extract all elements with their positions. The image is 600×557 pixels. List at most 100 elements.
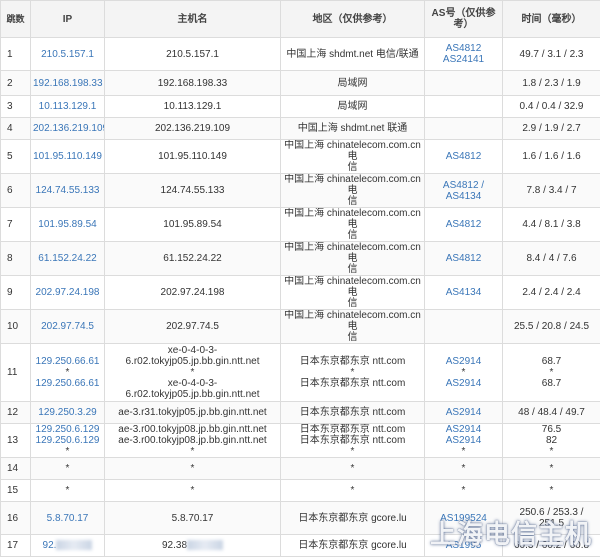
table-row: 4202.136.219.109202.136.219.109中国上海 shdm… [1,118,600,140]
time-text: 2.9 / 1.9 / 2.7 [505,123,598,134]
as-cell: AS4812 [425,242,503,276]
as-text: * [427,485,500,496]
as-cell: AS4812 / AS4134 [425,174,503,208]
as-link[interactable]: AS24141 [427,54,500,65]
region-text: 日本东京都东京 ntt.com [283,378,422,389]
hostname-text: 124.74.55.133 [107,185,278,196]
table-header-row: 跳数 IP 主机名 地区（仅供参考） AS号（仅供参考） 时间（毫秒） [1,1,600,38]
ip-link[interactable]: 129.250.66.61 [33,356,102,367]
ip-cell: 10.113.129.1 [31,96,105,118]
ip-link[interactable]: 202.97.24.198 [33,287,102,298]
hop-cell: 11 [1,344,31,402]
as-link[interactable]: AS2914 [427,424,500,435]
hostname-cell: ae-3.r31.tokyjp05.jp.bb.gin.ntt.net [105,402,281,424]
ip-cell: 124.74.55.133 [31,174,105,208]
region-cell: 局域网 [281,71,425,96]
time-text: 7.8 / 3.4 / 7 [505,185,598,196]
ip-link[interactable]: 10.113.129.1 [33,101,102,112]
region-text: 中国上海 shdmt.net 电信/联通 [283,49,422,60]
time-cell: 76.582* [503,424,600,458]
table-row: 165.8.70.175.8.70.17日本东京都东京 gcore.luAS19… [1,502,600,535]
as-text: * [427,367,500,378]
time-cell: 8.4 / 4 / 7.6 [503,242,600,276]
ip-link[interactable]: 92. [43,540,57,551]
table-row: 13129.250.6.129129.250.6.129*ae-3.r00.to… [1,424,600,458]
as-link[interactable]: AS4812 [427,151,500,162]
ip-link[interactable]: 192.168.198.33 [33,78,102,89]
region-text: 中国上海 chinatelecom.com.cn 电 [283,276,422,298]
as-link[interactable]: AS4812 / AS4134 [427,180,500,202]
ip-link[interactable]: 124.74.55.133 [33,185,102,196]
region-text: * [283,446,422,457]
region-text: 日本东京都东京 ntt.com [283,356,422,367]
time-text: 250.6 / 253.3 / [505,507,598,518]
ip-cell: 61.152.24.22 [31,242,105,276]
hostname-text: ae-3.r31.tokyjp05.jp.bb.gin.ntt.net [107,407,278,418]
as-link[interactable]: AS2914 [427,435,500,446]
region-text: 中国上海 chinatelecom.com.cn 电 [283,242,422,264]
ip-text: * [33,485,102,496]
time-cell: 1.8 / 2.3 / 1.9 [503,71,600,96]
hostname-cell: 92.38 [105,535,281,557]
as-link[interactable]: AS4812 [427,253,500,264]
region-text: 中国上海 chinatelecom.com.cn 电 [283,208,422,230]
region-cell: 日本东京都东京 ntt.com*日本东京都东京 ntt.com [281,344,425,402]
time-cell: 25.5 / 20.8 / 24.5 [503,310,600,344]
as-link[interactable]: AS4134 [427,287,500,298]
as-link[interactable]: AS1995 [427,540,500,551]
region-text: 日本东京都东京 ntt.com [283,407,422,418]
hostname-cell: 202.136.219.109 [105,118,281,140]
hostname-cell: 61.152.24.22 [105,242,281,276]
hop-cell: 8 [1,242,31,276]
hostname-cell: * [105,458,281,480]
table-row: 15***** [1,480,600,502]
hostname-text: ae-3.r00.tokyjp08.jp.bb.gin.ntt.net [107,424,278,435]
table-row: 310.113.129.110.113.129.1局域网0.4 / 0.4 / … [1,96,600,118]
as-link[interactable]: AS2914 [427,378,500,389]
hop-cell: 16 [1,502,31,535]
time-text: * [505,446,598,457]
time-text: 8.4 / 4 / 7.6 [505,253,598,264]
ip-link[interactable]: 5.8.70.17 [33,513,102,524]
time-cell: * [503,458,600,480]
as-link[interactable]: AS4812 [427,43,500,54]
hostname-text: 61.152.24.22 [107,253,278,264]
as-link[interactable]: AS2914 [427,356,500,367]
as-text: * [427,463,500,474]
hostname-text: 10.113.129.1 [107,101,278,112]
ip-link[interactable]: 101.95.89.54 [33,219,102,230]
hostname-text: 192.168.198.33 [107,78,278,89]
hostname-cell: 210.5.157.1 [105,38,281,71]
hop-cell: 6 [1,174,31,208]
as-cell: AS4812 [425,140,503,174]
region-text: 中国上海 chinatelecom.com.cn 电 [283,140,422,162]
ip-link[interactable]: 129.250.6.129 [33,435,102,446]
as-link[interactable]: AS4812 [427,219,500,230]
ip-link[interactable]: 210.5.157.1 [33,49,102,60]
ip-link[interactable]: 61.152.24.22 [33,253,102,264]
time-cell: 48 / 48.4 / 49.7 [503,402,600,424]
as-cell: AS4812AS24141 [425,38,503,71]
as-link[interactable]: AS199524 [427,513,500,524]
as-link[interactable]: AS2914 [427,407,500,418]
time-text: 68.7 [505,356,598,367]
ip-link[interactable]: 202.97.74.5 [33,321,102,332]
ip-cell: 5.8.70.17 [31,502,105,535]
header-ip: IP [31,1,105,38]
time-cell: 7.8 / 3.4 / 7 [503,174,600,208]
time-text: 60.3 / 60.2 / 60.8 [505,540,598,551]
as-cell [425,71,503,96]
region-cell: 局域网 [281,96,425,118]
time-text: 4.4 / 8.1 / 3.8 [505,219,598,230]
table-row: 861.152.24.2261.152.24.22中国上海 chinatelec… [1,242,600,276]
ip-cell: 202.97.74.5 [31,310,105,344]
ip-link[interactable]: 101.95.110.149 [33,151,102,162]
ip-link[interactable]: 202.136.219.109 [33,123,102,134]
ip-link[interactable]: 129.250.3.29 [33,407,102,418]
ip-cell: 101.95.89.54 [31,208,105,242]
ip-cell: 129.250.6.129129.250.6.129* [31,424,105,458]
ip-link[interactable]: 129.250.66.61 [33,378,102,389]
ip-link[interactable]: 129.250.6.129 [33,424,102,435]
region-text: 日本东京都东京 ntt.com [283,424,422,435]
region-cell: 日本东京都东京 ntt.com日本东京都东京 ntt.com* [281,424,425,458]
